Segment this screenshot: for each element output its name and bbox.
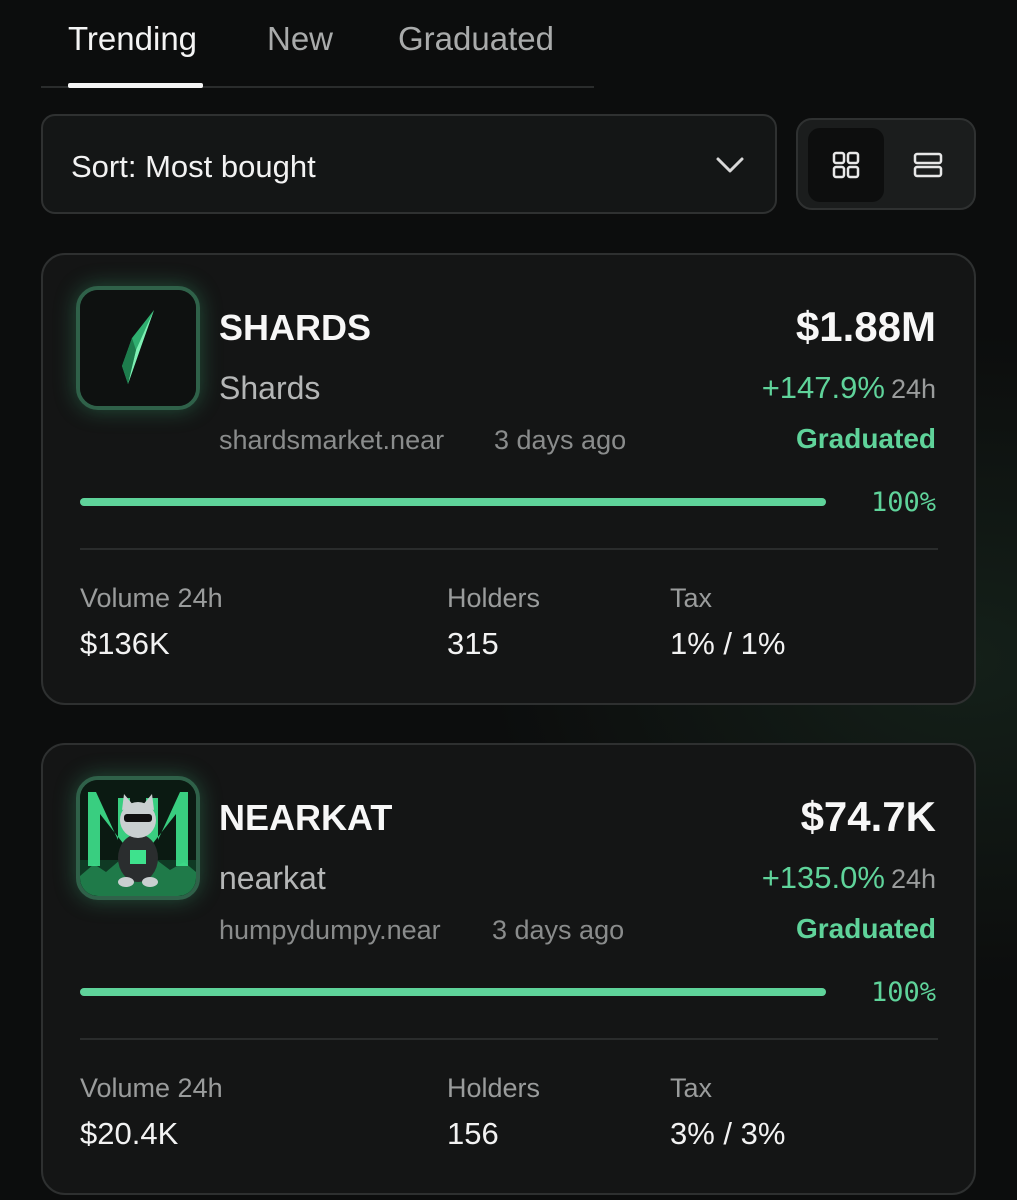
token-name: Shards [219, 370, 321, 406]
tax-value: 1% / 1% [670, 626, 786, 661]
volume-value: $20.4K [80, 1116, 179, 1151]
token-ticker: SHARDS [219, 307, 372, 348]
volume-label: Volume 24h [80, 583, 223, 613]
change-period: 24h [890, 864, 936, 894]
change-percent: +147.9% [761, 370, 885, 405]
status-badge: Graduated [795, 913, 936, 944]
token-avatar [76, 286, 200, 410]
token-age: 3 days ago [494, 425, 627, 455]
change-period: 24h [890, 374, 936, 404]
price-change: +147.9% 24h [762, 370, 936, 406]
token-name: nearkat [219, 860, 326, 896]
progress-percent: 100% [870, 487, 936, 518]
token-avatar [76, 776, 200, 900]
price-change: +135.0% 24h [762, 860, 936, 896]
list-view-icon [913, 152, 943, 178]
token-card[interactable]: SHARDS Shards shardsmarket.near 3 days a… [41, 253, 976, 705]
divider [80, 1038, 938, 1040]
grid-view-button[interactable] [808, 128, 884, 202]
token-ticker: NEARKAT [219, 797, 393, 838]
list-view-button[interactable] [890, 128, 966, 202]
token-creator[interactable]: humpydumpy.near [219, 915, 441, 946]
tab-bar: Trending New Graduated [41, 0, 594, 88]
holders-value: 315 [447, 626, 499, 661]
divider [80, 548, 938, 550]
tax-label: Tax [670, 1073, 713, 1103]
holders-label: Holders [447, 583, 541, 613]
tax-label: Tax [670, 583, 713, 613]
token-creator[interactable]: shardsmarket.near [219, 425, 444, 456]
bonding-progress-bar [80, 498, 826, 506]
status-badge: Graduated [795, 423, 936, 454]
cat-logo-icon [80, 780, 196, 896]
grid-view-icon [832, 151, 860, 179]
active-tab-indicator [68, 83, 203, 88]
change-percent: +135.0% [761, 860, 885, 895]
tab-new[interactable]: New [267, 20, 333, 58]
progress-fill [80, 988, 826, 996]
token-age: 3 days ago [492, 915, 625, 945]
crystal-shard-icon [80, 290, 196, 406]
chevron-down-icon [716, 157, 744, 173]
holders-label: Holders [447, 1073, 541, 1103]
sort-dropdown[interactable]: Sort: Most bought [41, 114, 777, 214]
token-card[interactable]: NEARKAT nearkat humpydumpy.near 3 days a… [41, 743, 976, 1195]
market-cap: $74.7K [800, 793, 936, 840]
volume-label: Volume 24h [80, 1073, 223, 1103]
tax-value: 3% / 3% [670, 1116, 786, 1151]
progress-percent: 100% [870, 977, 936, 1008]
volume-value: $136K [80, 626, 170, 661]
sort-label: Sort: Most bought [71, 149, 316, 184]
tab-graduated[interactable]: Graduated [398, 20, 554, 58]
holders-value: 156 [447, 1116, 499, 1151]
tab-trending[interactable]: Trending [68, 20, 197, 58]
bonding-progress-bar [80, 988, 826, 996]
market-cap: $1.88M [795, 303, 936, 350]
progress-fill [80, 498, 826, 506]
view-toggle [796, 118, 976, 210]
